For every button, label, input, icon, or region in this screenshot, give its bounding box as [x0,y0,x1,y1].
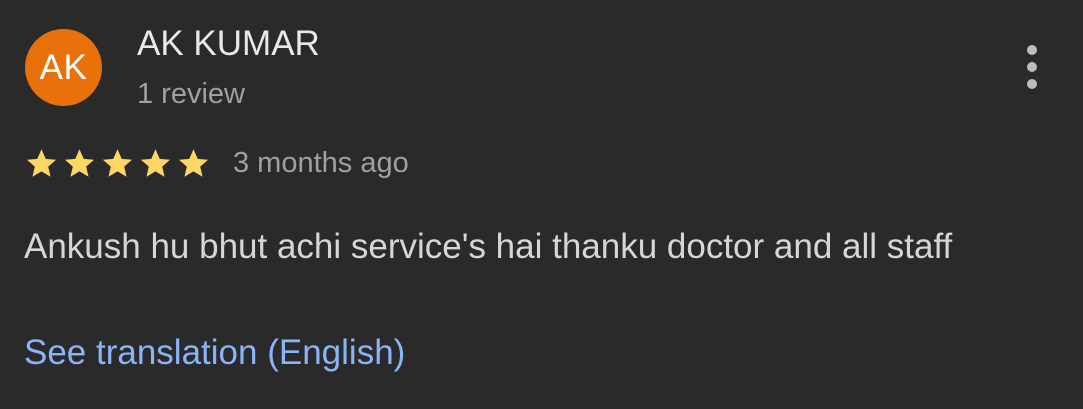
avatar[interactable]: AK [25,29,102,106]
review-count: 1 review [137,78,245,110]
review-card: AK AK KUMAR 1 review 3 months ago Ankush… [0,0,1083,409]
more-vertical-icon [1027,62,1037,72]
more-options-button[interactable] [1008,38,1056,96]
avatar-initials: AK [39,47,88,87]
more-vertical-icon [1027,45,1037,55]
review-date: 3 months ago [233,146,409,179]
author-name[interactable]: AK KUMAR [137,24,320,64]
star-icon [26,148,57,177]
rating-row: 3 months ago [24,144,409,182]
star-icon [64,148,95,177]
star-icon [102,148,133,177]
review-text: Ankush hu bhut achi service's hai thanku… [24,227,953,266]
see-translation-link[interactable]: See translation (English) [24,333,405,373]
star-rating [24,146,211,181]
more-vertical-icon [1027,79,1037,89]
star-icon [178,148,209,177]
star-icon [140,148,171,177]
